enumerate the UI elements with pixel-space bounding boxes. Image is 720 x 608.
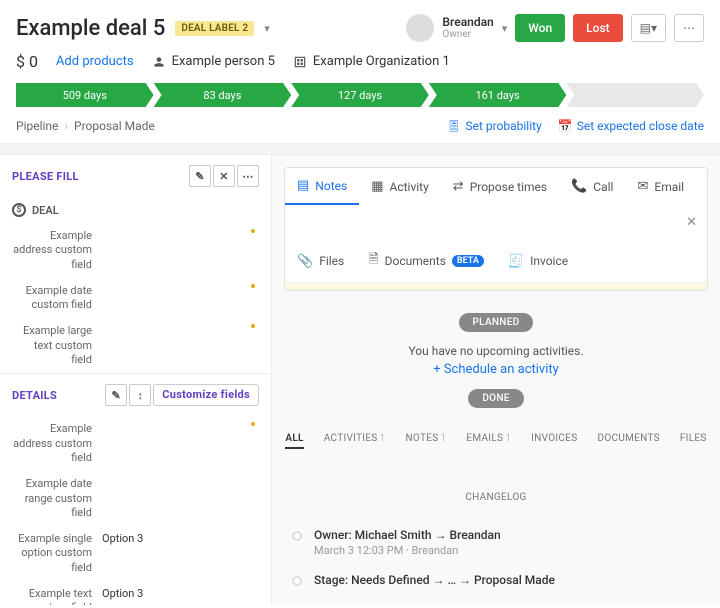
filter-files[interactable]: FILES (680, 430, 707, 449)
tab-email[interactable]: ✉Email (625, 168, 696, 205)
attachment-icon: 📎 (297, 254, 313, 269)
tab-files[interactable]: 📎Files (285, 240, 356, 282)
email-icon: ✉ (637, 179, 648, 194)
no-activities-text: You have no upcoming activities. (272, 342, 720, 360)
contact-person[interactable]: Example person 5 (152, 54, 275, 69)
deal-title: Example deal 5 (16, 16, 165, 41)
fill-field[interactable]: Example date custom field (0, 278, 271, 319)
timeline-dot-icon (292, 576, 302, 586)
owner-name: Breandan (442, 15, 493, 29)
customize-fields-button[interactable]: Customize fields (153, 384, 259, 406)
more-button[interactable]: ⋯ (674, 14, 704, 42)
timeline-item[interactable]: Stage: Needs Defined → … → Proposal Made (292, 565, 700, 595)
lost-button[interactable]: Lost (573, 14, 622, 42)
planned-pill: PLANNED (459, 313, 534, 332)
detail-field[interactable]: Example date range custom field (0, 471, 271, 526)
deal-icon: $ (12, 203, 26, 217)
compose-card: ▤Notes ▦Activity ⇄Propose times 📞Call ✉E… (284, 167, 708, 291)
deal-label-badge[interactable]: DEAL LABEL 2 (175, 21, 254, 36)
pipeline-stages: 509 days 83 days 127 days 161 days (16, 83, 704, 107)
detail-field[interactable]: Example address custom field (0, 416, 271, 471)
view-switch-button[interactable]: ▤▾ (631, 14, 666, 42)
won-button[interactable]: Won (515, 14, 565, 42)
filter-changelog[interactable]: CHANGELOG (465, 489, 526, 506)
note-editor[interactable] (285, 283, 707, 291)
timeline-meta: March 3 12:03 PM · Breandan (314, 544, 501, 557)
note-icon: ▤ (297, 178, 309, 193)
filter-documents[interactable]: DOCUMENTS (597, 430, 659, 449)
owner-block[interactable]: Breandan Owner (442, 15, 493, 41)
pipeline-stage[interactable]: 161 days (429, 83, 567, 107)
reorder-button[interactable]: ↕ (129, 384, 151, 406)
close-compose-button[interactable]: ✕ (676, 205, 707, 240)
section-divider (0, 143, 720, 155)
set-probability-link[interactable]: 🎚 Set probability (446, 119, 542, 133)
owner-role: Owner (442, 29, 493, 41)
close-panel-button[interactable]: ✕ (213, 165, 235, 187)
panel-more-button[interactable]: ⋯ (237, 165, 259, 187)
filter-emails[interactable]: EMAILS1 (466, 430, 511, 449)
schedule-activity-link[interactable]: + Schedule an activity (433, 362, 559, 377)
fill-field[interactable]: Example address custom field (0, 223, 271, 278)
add-products-link[interactable]: Add products (56, 54, 134, 69)
pipeline-stage[interactable] (566, 83, 704, 107)
breadcrumb-current: Proposal Made (74, 119, 155, 133)
edit-button[interactable]: ✎ (105, 384, 127, 406)
warning-dot-icon (251, 284, 255, 288)
phone-icon: 📞 (571, 179, 587, 194)
timeline-item[interactable]: Owner: Michael Smith → Breandan March 3 … (292, 520, 700, 565)
owner-avatar[interactable] (406, 14, 434, 42)
edit-button[interactable]: ✎ (189, 165, 211, 187)
tab-documents[interactable]: 🗎DocumentsBETA (356, 240, 496, 282)
filter-all[interactable]: ALL (285, 430, 303, 449)
title-chevron-icon[interactable]: ▾ (264, 22, 270, 35)
sliders-icon: 🎚 (446, 119, 461, 133)
tab-call[interactable]: 📞Call (559, 168, 625, 205)
tab-propose-times[interactable]: ⇄Propose times (441, 168, 559, 205)
timeline-title: Owner: Michael Smith → Breandan (314, 528, 501, 542)
schedule-icon: ⇄ (453, 179, 464, 194)
pipeline-stage[interactable]: 509 days (16, 83, 154, 107)
invoice-icon: 🧾 (508, 254, 524, 269)
person-icon (152, 55, 166, 69)
tab-invoice[interactable]: 🧾Invoice (496, 240, 580, 282)
calendar-icon: 📅 (558, 119, 573, 133)
calendar-icon: ▦ (371, 179, 383, 194)
warning-dot-icon (251, 229, 255, 233)
owner-chevron-icon[interactable]: ▾ (502, 22, 508, 35)
please-fill-header: PLEASE FILL (12, 170, 79, 183)
contact-person-name: Example person 5 (172, 54, 275, 69)
chevron-right-icon: › (64, 119, 68, 133)
fill-field[interactable]: Example large text custom field (0, 318, 271, 373)
timeline-title: Stage: Needs Defined → … → Proposal Made (314, 573, 555, 587)
detail-field[interactable]: Example text custom fieldOption 3 (0, 581, 271, 605)
set-close-date-link[interactable]: 📅 Set expected close date (558, 119, 704, 133)
breadcrumb-root[interactable]: Pipeline (16, 119, 58, 133)
filter-invoices[interactable]: INVOICES (531, 430, 577, 449)
deal-section-header: $ DEAL (0, 197, 271, 223)
warning-dot-icon (251, 422, 255, 426)
warning-dot-icon (251, 324, 255, 328)
filter-activities[interactable]: ACTIVITIES1 (324, 430, 386, 449)
timeline-dot-icon (292, 531, 302, 541)
beta-badge: BETA (452, 255, 484, 267)
building-icon (293, 55, 307, 69)
done-pill: DONE (468, 389, 523, 408)
detail-field[interactable]: Example single option custom fieldOption… (0, 526, 271, 581)
details-header: DETAILS (12, 389, 57, 402)
document-icon: 🗎 (368, 250, 378, 272)
tab-notes[interactable]: ▤Notes (285, 168, 359, 205)
pipeline-stage[interactable]: 127 days (291, 83, 429, 107)
tab-activity[interactable]: ▦Activity (359, 168, 441, 205)
filter-notes[interactable]: NOTES1 (405, 430, 446, 449)
deal-value[interactable]: $ 0 (16, 52, 38, 71)
organization-name: Example Organization 1 (313, 54, 450, 69)
organization[interactable]: Example Organization 1 (293, 54, 450, 69)
pipeline-stage[interactable]: 83 days (154, 83, 292, 107)
